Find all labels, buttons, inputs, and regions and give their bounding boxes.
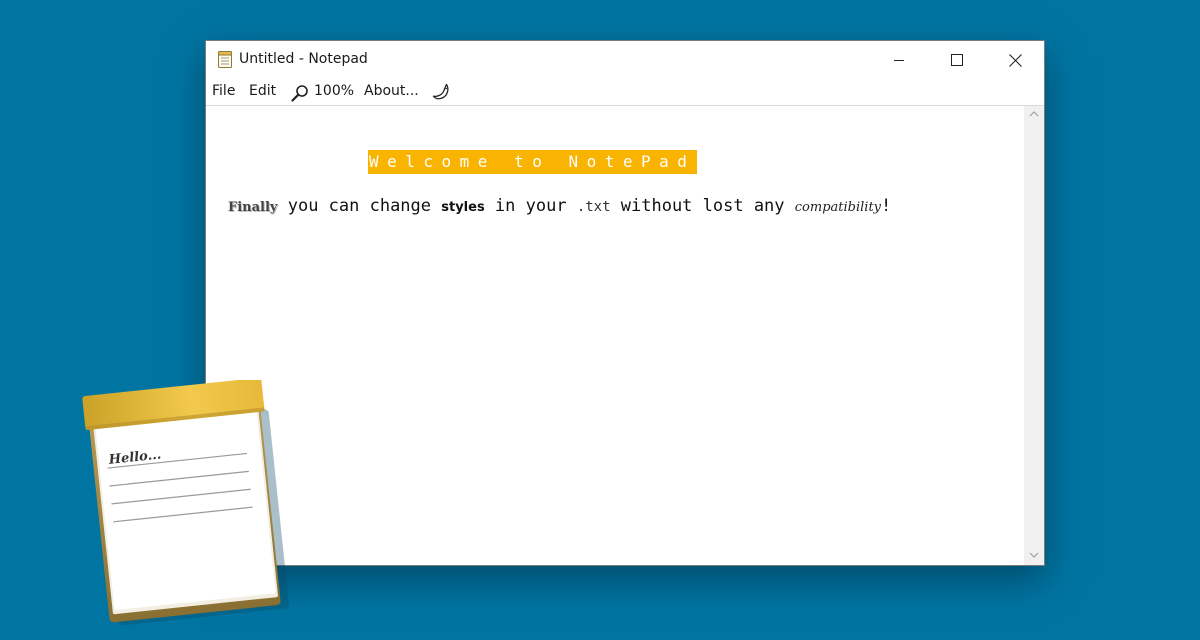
word-styles: styles <box>441 200 485 215</box>
menu-edit[interactable]: Edit <box>249 83 276 99</box>
close-icon <box>1008 53 1022 67</box>
menu-bar: File Edit 100% About... <box>206 79 1044 106</box>
scroll-up-arrow-icon[interactable] <box>1029 110 1039 118</box>
menu-zoom-level[interactable]: 100% <box>314 83 354 99</box>
minimize-icon <box>894 60 904 61</box>
notepad-illustration-graphic: Hello... <box>82 377 289 626</box>
scroll-down-arrow-icon[interactable] <box>1029 551 1039 559</box>
moon-icon[interactable] <box>432 82 451 102</box>
text-segment-3: without lost any <box>610 196 795 216</box>
welcome-heading: Welcome to NotePad <box>368 150 698 174</box>
word-finally: Finally <box>228 200 278 215</box>
text-segment-1: you can change <box>277 196 442 216</box>
word-compatibility: compatibility <box>794 200 882 215</box>
maximize-button[interactable] <box>928 41 986 79</box>
text-line: Finally you can change styles in your .t… <box>228 194 891 220</box>
notepad-illustration: Hello... <box>80 377 295 630</box>
title-bar[interactable]: Untitled - Notepad <box>206 41 1044 79</box>
text-segment-2: in your <box>484 196 577 216</box>
text-editor-area[interactable]: Welcome to NotePad Finally you can chang… <box>206 106 1024 565</box>
notepad-window: Untitled - Notepad File Edit 100% About.… <box>205 40 1045 566</box>
window-title: Untitled - Notepad <box>239 51 368 67</box>
close-button[interactable] <box>986 41 1044 79</box>
notepad-app-icon <box>218 51 232 68</box>
menu-about[interactable]: About... <box>364 83 419 99</box>
desktop: Untitled - Notepad File Edit 100% About.… <box>0 0 1200 640</box>
word-txt: .txt <box>576 199 611 215</box>
menu-file[interactable]: File <box>212 83 235 99</box>
minimize-button[interactable] <box>870 41 928 79</box>
vertical-scrollbar[interactable] <box>1024 106 1044 565</box>
maximize-icon <box>951 54 963 66</box>
magnifier-icon[interactable] <box>291 84 309 102</box>
text-exclamation: ! <box>881 196 892 216</box>
